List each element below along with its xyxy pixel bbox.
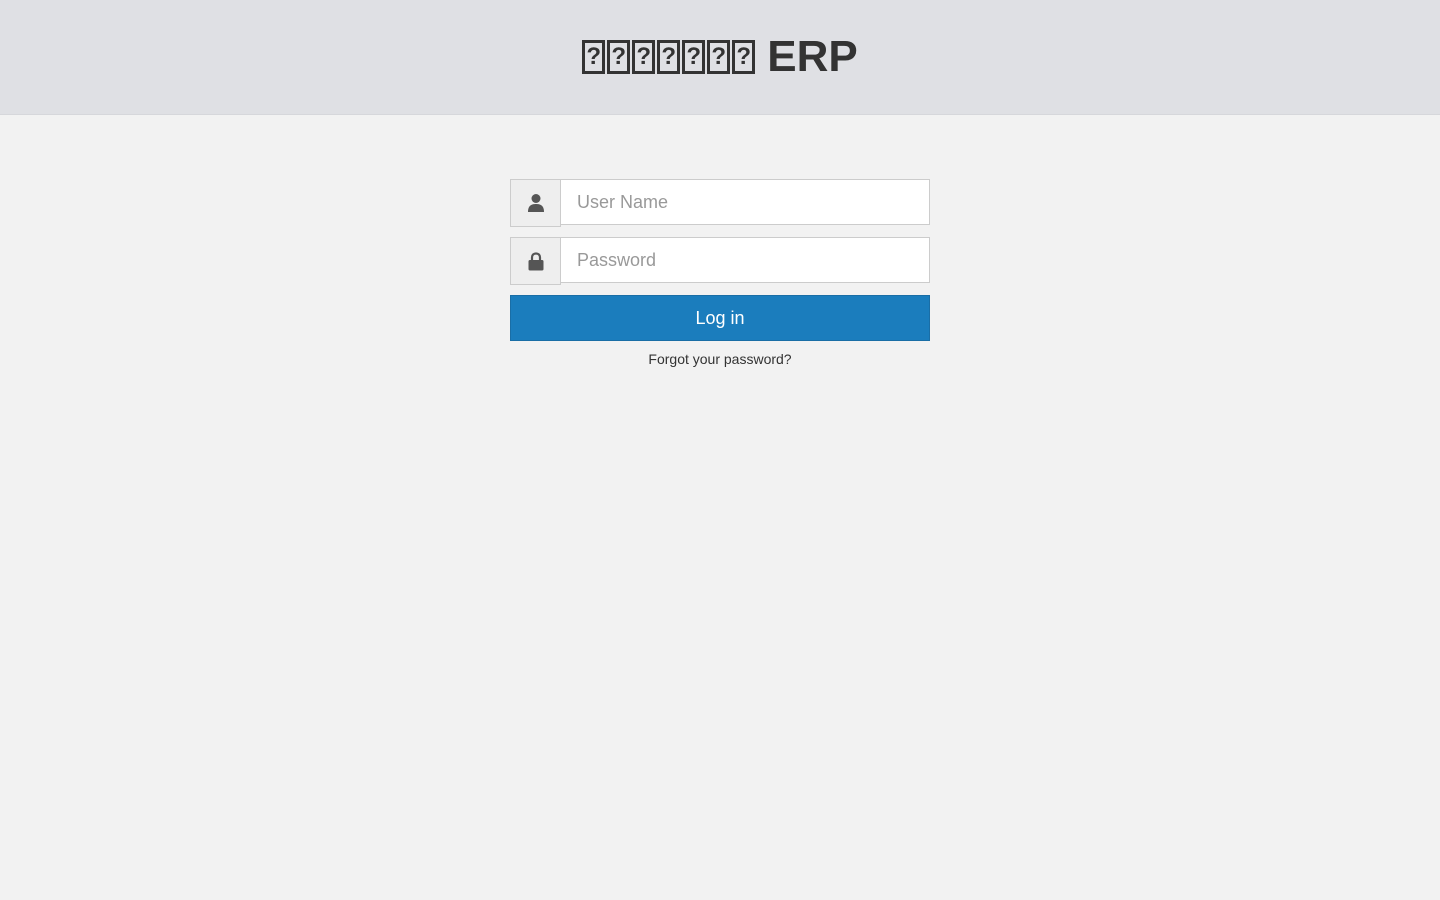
- missing-glyph: ?: [657, 40, 681, 74]
- app-title: ? ? ? ? ? ? ? ERP: [582, 32, 858, 81]
- username-input[interactable]: [561, 179, 930, 225]
- title-suffix: ERP: [767, 32, 858, 81]
- username-group: [510, 179, 930, 227]
- app-header: ? ? ? ? ? ? ? ERP: [0, 0, 1440, 115]
- lock-icon: [510, 237, 561, 285]
- login-form: Log in Forgot your password?: [510, 179, 930, 367]
- user-icon: [510, 179, 561, 227]
- missing-glyph: ?: [682, 40, 706, 74]
- missing-glyph: ?: [732, 40, 756, 74]
- title-missing-glyphs: ? ? ? ? ? ? ?: [582, 40, 756, 74]
- forgot-password-link[interactable]: Forgot your password?: [510, 351, 930, 367]
- password-group: [510, 237, 930, 285]
- missing-glyph: ?: [607, 40, 631, 74]
- missing-glyph: ?: [707, 40, 731, 74]
- missing-glyph: ?: [582, 40, 606, 74]
- missing-glyph: ?: [632, 40, 656, 74]
- password-input[interactable]: [561, 237, 930, 283]
- login-button[interactable]: Log in: [510, 295, 930, 341]
